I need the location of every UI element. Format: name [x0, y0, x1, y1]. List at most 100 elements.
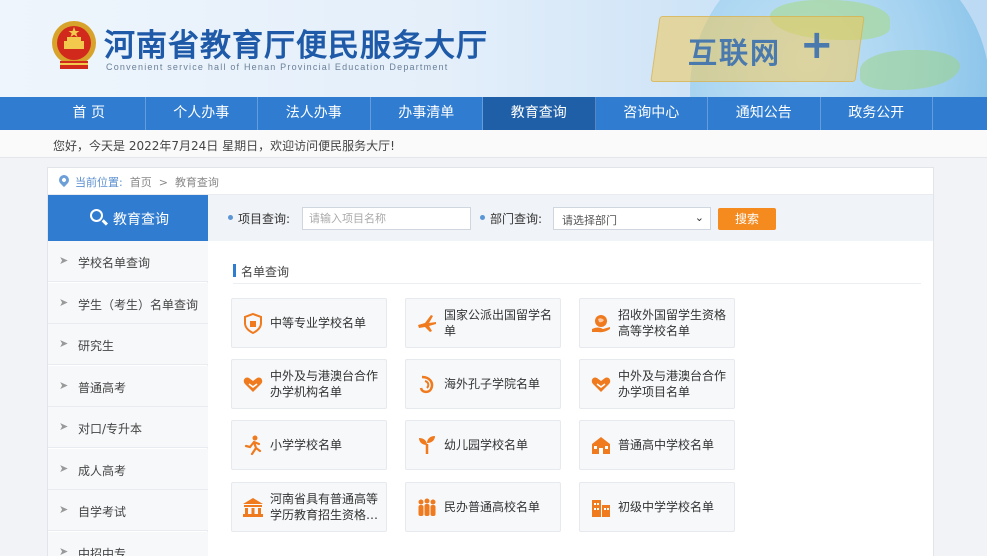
list-card[interactable]: 招收外国留学生资格高等学校名单 [579, 298, 735, 348]
arrow-right-icon: ➤ [59, 337, 69, 350]
sidebar-item[interactable]: ➤ 学生（考生）名单查询 [48, 282, 208, 324]
sidebar-item[interactable]: ➤ 中招中专 [48, 531, 208, 556]
list-card[interactable]: 初级中学学校名单 [579, 482, 735, 532]
list-card[interactable]: 中外及与港澳台合作办学机构名单 [231, 359, 387, 409]
breadcrumb-separator: > [158, 176, 168, 189]
list-card[interactable]: 民办普通高校名单 [405, 482, 561, 532]
card-label: 普通高中学校名单 [618, 438, 715, 452]
sidebar-item[interactable]: ➤ 成人高考 [48, 448, 208, 490]
sidebar-item-label: 学校名单查询 [78, 256, 151, 270]
arrow-right-icon: ➤ [59, 295, 69, 309]
university-icon [243, 498, 263, 517]
people-group-icon [418, 498, 436, 516]
buildings-icon [592, 500, 610, 517]
welcome-text: 您好，今天是 2022年7月24日 星期日，欢迎访问便民服务大厅! [53, 139, 395, 153]
section-title: 名单查询 [241, 265, 290, 279]
arrow-right-icon: ➤ [59, 378, 69, 392]
list-card[interactable]: 中等专业学校名单 [231, 298, 387, 348]
sprout-icon [419, 436, 435, 454]
nav-item[interactable]: 咨询中心 [596, 97, 708, 130]
card-label: 中外及与港澳台合作办学项目名单 [618, 369, 727, 399]
list-card[interactable]: 河南省具有普通高等学历教育招生资格… [231, 482, 387, 532]
dept-select[interactable]: 请选择部门 ⌄ [553, 207, 711, 230]
site-title: 河南省教育厅便民服务大厅 [104, 28, 488, 64]
list-card[interactable]: 小学学校名单 [231, 420, 387, 470]
search-bar: 项目查询: 部门查询: 请选择部门 ⌄ 搜索 [208, 195, 933, 241]
site-subtitle: Convenient service hall of Henan Provinc… [106, 62, 449, 72]
main-panel: 当前位置: 首页 > 教育查询 教育查询 ➤ 学校名单查询 ➤ 学生（考生）名单查询 ➤… [47, 167, 934, 556]
arrow-right-icon: ➤ [59, 503, 69, 516]
sidebar-item-label: 学生（考生）名单查询 [78, 297, 199, 312]
section-header: 名单查询 [233, 262, 921, 284]
sidebar-item[interactable]: ➤ 普通高考 [48, 365, 208, 407]
card-label: 河南省具有普通高等学历教育招生资格… [270, 492, 379, 522]
location-pin-icon [56, 172, 72, 188]
card-label: 初级中学学校名单 [618, 500, 715, 514]
card-label: 民办普通高校名单 [444, 500, 541, 514]
nav-item[interactable]: 政务公开 [821, 97, 933, 130]
nav-item[interactable]: 办事清单 [371, 97, 483, 130]
card-label: 幼儿园学校名单 [444, 438, 529, 452]
card-label: 小学学校名单 [270, 438, 343, 452]
sidebar-item-label: 成人高考 [78, 463, 127, 478]
heart-hands-icon [591, 377, 611, 392]
sidebar-item[interactable]: ➤ 自学考试 [48, 490, 208, 531]
breadcrumb-label: 当前位置: [75, 176, 123, 189]
arrow-right-icon: ➤ [59, 461, 69, 475]
sidebar-item-label: 自学考试 [78, 505, 127, 519]
card-label: 国家公派出国留学名单 [444, 308, 553, 338]
project-search-label: 项目查询: [238, 212, 291, 226]
school-building-icon [592, 437, 610, 454]
chevron-down-icon: ⌄ [694, 211, 704, 224]
sidebar-header: 教育查询 [48, 195, 208, 241]
dept-search-label: 部门查询: [490, 212, 543, 226]
project-search-input[interactable] [302, 207, 471, 230]
breadcrumb-current: 教育查询 [174, 176, 219, 189]
bullet-icon [228, 215, 233, 220]
arrow-right-icon: ➤ [59, 254, 69, 267]
welcome-bar: 您好，今天是 2022年7月24日 星期日，欢迎访问便民服务大厅! [0, 130, 987, 158]
breadcrumb: 当前位置: 首页 > 教育查询 [48, 168, 933, 195]
list-card[interactable]: 海外孔子学院名单 [405, 359, 561, 409]
sidebar-item[interactable]: ➤ 对口/专升本 [48, 407, 208, 448]
running-child-icon [244, 435, 262, 456]
heart-hands-icon [243, 377, 263, 392]
header-banner: 河南省教育厅便民服务大厅 Convenient service hall of … [0, 0, 987, 97]
slogan-text: 互联网 [688, 36, 782, 70]
sidebar-item[interactable]: ➤ 研究生 [48, 324, 208, 365]
arrow-right-icon: ➤ [59, 420, 69, 433]
sidebar-title: 教育查询 [113, 212, 169, 228]
sidebar: 教育查询 ➤ 学校名单查询 ➤ 学生（考生）名单查询 ➤ 研究生 ➤ 普通高考 ➤ 对口/专升本 ➤… [48, 195, 208, 556]
list-card[interactable]: 幼儿园学校名单 [405, 420, 561, 470]
nav-item[interactable]: 个人办事 [146, 97, 258, 130]
list-card[interactable]: 中外及与港澳台合作办学项目名单 [579, 359, 735, 409]
nav-item[interactable]: 首 页 [33, 97, 146, 130]
list-card[interactable]: 国家公派出国留学名单 [405, 298, 561, 348]
national-emblem-icon [52, 21, 96, 69]
sidebar-item-label: 普通高考 [78, 380, 127, 395]
card-label: 中外及与港澳台合作办学机构名单 [270, 369, 379, 399]
breadcrumb-home[interactable]: 首页 [130, 176, 152, 189]
sidebar-item-label: 研究生 [78, 339, 115, 353]
sidebar-item-label: 中招中专 [78, 546, 127, 556]
search-button[interactable]: 搜索 [718, 208, 776, 230]
section-accent-bar [233, 264, 236, 277]
sidebar-item[interactable]: ➤ 学校名单查询 [48, 241, 208, 282]
airplane-icon [418, 315, 436, 332]
card-label: 中等专业学校名单 [270, 316, 367, 330]
nav-item[interactable]: 通知公告 [708, 97, 821, 130]
dept-select-value: 请选择部门 [562, 214, 617, 227]
search-icon [90, 209, 103, 222]
globe-hand-icon [592, 315, 610, 333]
sidebar-item-label: 对口/专升本 [78, 422, 143, 436]
card-label: 招收外国留学生资格高等学校名单 [618, 308, 727, 338]
slogan-plus: + [800, 22, 834, 68]
bullet-icon [480, 215, 485, 220]
confucius-icon [419, 375, 434, 394]
shield-icon [244, 312, 262, 334]
main-nav: 首 页个人办事 法人办事 办事清单 教育查询 咨询中心 通知公告 政务公开 [0, 97, 987, 130]
list-card[interactable]: 普通高中学校名单 [579, 420, 735, 470]
nav-item[interactable]: 教育查询 [483, 97, 596, 130]
nav-item[interactable]: 法人办事 [258, 97, 371, 130]
arrow-right-icon: ➤ [59, 544, 69, 556]
